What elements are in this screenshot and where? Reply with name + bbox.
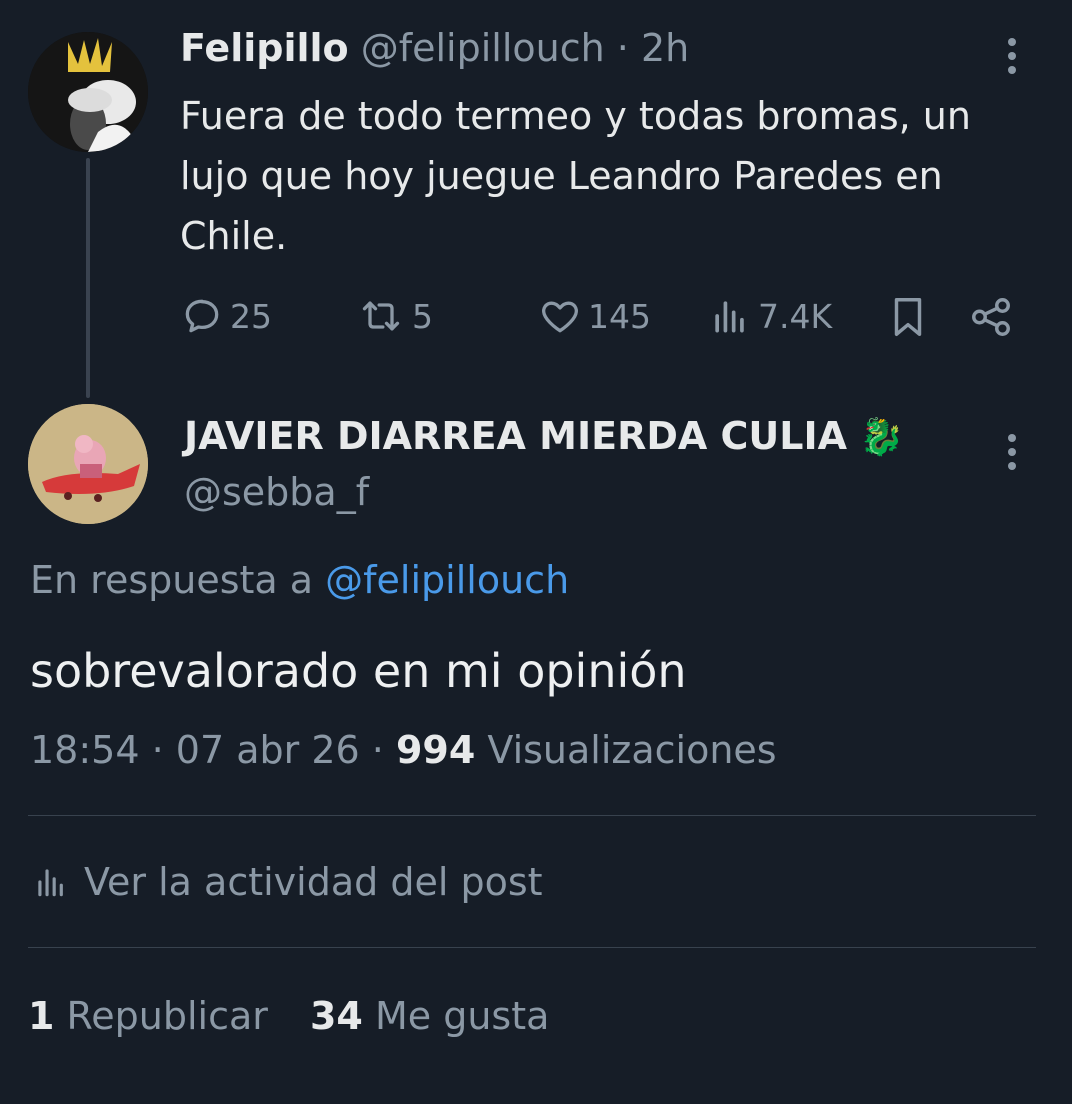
divider xyxy=(28,815,1036,816)
meta-sep: · xyxy=(371,728,384,772)
views-icon xyxy=(715,301,744,333)
like-stat-count: 34 xyxy=(309,994,363,1038)
reply-display-name[interactable]: JAVIER DIARREA MIERDA CULIA xyxy=(184,414,847,458)
reply-count: 25 xyxy=(230,296,272,336)
repost-icon xyxy=(362,301,400,331)
parent-text-line: Fuera de todo termeo y todas bromas, un xyxy=(180,94,971,138)
in-reply-prefix: En respuesta a xyxy=(30,558,314,602)
parent-display-name[interactable]: Felipillo xyxy=(180,26,349,70)
post-activity-label: Ver la actividad del post xyxy=(84,860,543,904)
repost-stat[interactable]: 1 Republicar xyxy=(28,994,280,1038)
dragon-emoji-icon: 🐉 xyxy=(859,417,904,458)
parent-avatar[interactable] xyxy=(28,32,148,152)
reply-avatar-image xyxy=(28,404,148,524)
bookmark-icon xyxy=(894,298,922,336)
reply-time[interactable]: 18:54 xyxy=(30,728,140,772)
like-action[interactable]: 145 xyxy=(538,294,651,338)
parent-time[interactable]: 2h xyxy=(641,26,689,70)
reply-avatar[interactable] xyxy=(28,404,148,524)
reply-more-icon[interactable] xyxy=(1008,434,1020,476)
meta-sep: · xyxy=(151,728,164,772)
reply-handle[interactable]: @sebba_f xyxy=(184,470,369,514)
parent-avatar-image xyxy=(28,32,148,152)
analytics-icon xyxy=(38,869,63,897)
repost-stat-count: 1 xyxy=(28,994,55,1038)
reply-date[interactable]: 07 abr 26 xyxy=(176,728,360,772)
views-count: 7.4K xyxy=(758,296,833,336)
reply-icon xyxy=(185,299,219,333)
share-button[interactable] xyxy=(968,294,1014,344)
views-label: Visualizaciones xyxy=(487,728,777,772)
heart-icon xyxy=(542,301,578,333)
like-stat-label: Me gusta xyxy=(374,994,550,1038)
parent-text-line: Chile. xyxy=(180,214,288,258)
parent-handle[interactable]: @felipillouch xyxy=(361,26,605,70)
parent-text-line: lujo que hoy juegue Leandro Paredes en xyxy=(180,154,943,198)
repost-count: 5 xyxy=(412,296,433,336)
in-reply-handle-link[interactable]: @felipillouch xyxy=(325,558,569,602)
divider xyxy=(28,947,1036,948)
parent-more-icon[interactable] xyxy=(1008,38,1020,80)
share-icon xyxy=(972,298,1010,336)
like-count: 145 xyxy=(588,296,651,336)
parent-header: Felipillo @felipillouch · 2h xyxy=(180,26,689,70)
parent-text: Fuera de todo termeo y todas bromas, un … xyxy=(180,86,1040,266)
views-action[interactable]: 7.4K xyxy=(708,294,832,338)
parent-separator: · xyxy=(616,26,629,70)
in-reply-to: En respuesta a @felipillouch xyxy=(30,558,569,602)
reply-text: sobrevalorado en mi opinión xyxy=(30,644,687,698)
engagement-stats: 1 Republicar 34 Me gusta xyxy=(28,994,549,1038)
reply-action[interactable]: 25 xyxy=(180,294,272,338)
like-stat[interactable]: 34 Me gusta xyxy=(310,994,549,1038)
post-activity-button[interactable]: Ver la actividad del post xyxy=(32,860,543,904)
reply-header: JAVIER DIARREA MIERDA CULIA 🐉 xyxy=(184,414,904,458)
views-number: 994 xyxy=(395,728,476,772)
bookmark-button[interactable] xyxy=(888,294,928,344)
repost-action[interactable]: 5 xyxy=(356,294,433,338)
thread-line xyxy=(86,158,90,398)
repost-stat-label: Republicar xyxy=(66,994,268,1038)
reply-meta: 18:54 · 07 abr 26 · 994 Visualizaciones xyxy=(30,728,777,772)
